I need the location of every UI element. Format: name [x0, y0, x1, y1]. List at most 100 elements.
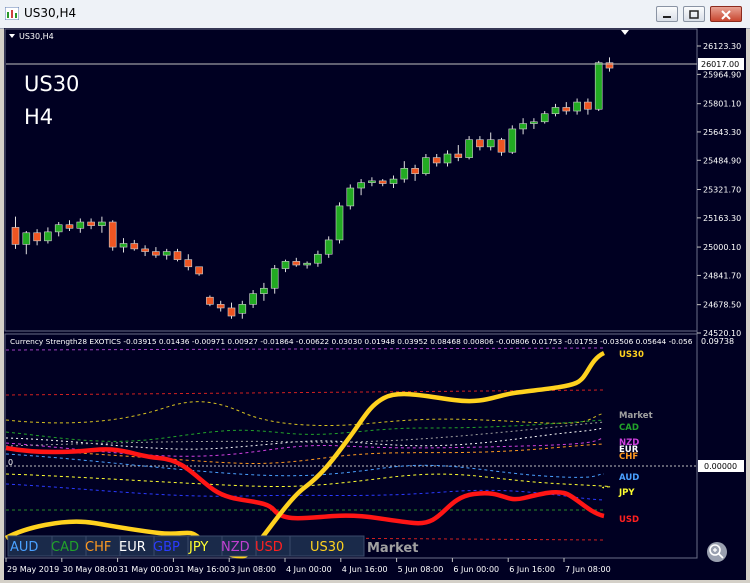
bull-candle — [76, 221, 85, 229]
bear-candle — [378, 180, 387, 184]
bear-candle — [130, 243, 139, 250]
bear-candle — [11, 227, 20, 245]
chart-shift-marker-icon[interactable] — [621, 30, 629, 35]
bull-candle — [162, 251, 171, 256]
time-axis-label: 3 Jun 08:00 — [230, 565, 276, 574]
bull-candle — [119, 243, 128, 248]
legend-cad[interactable]: CAD — [51, 540, 79, 555]
bull-candle — [44, 231, 52, 242]
bull-candle — [594, 62, 603, 110]
time-axis-label: 30 May 08:00 — [63, 565, 118, 574]
chart-area[interactable]: US30,H4 US30 H4 26123.30 25964.90 25801.10… — [4, 28, 746, 580]
right-label-market: Market — [619, 411, 653, 421]
chart-window-icon — [5, 7, 19, 20]
minimize-button[interactable] — [656, 6, 678, 22]
bear-candle — [216, 304, 225, 309]
legend-nzd[interactable]: NZD — [221, 540, 250, 555]
close-icon — [721, 10, 731, 20]
bear-candle — [562, 107, 571, 112]
price-scale-label: 24678.50 — [703, 301, 741, 310]
restore-button[interactable] — [683, 6, 705, 22]
main-chart-frame — [4, 28, 698, 332]
bull-candle — [249, 293, 257, 305]
bear-candle — [152, 251, 160, 256]
price-scale-label: 25321.70 — [703, 186, 741, 195]
right-label-chf: CHF — [619, 452, 638, 462]
currency-legend[interactable]: AUD CAD CHF EUR GBP JPY NZD USD US30 Mar… — [7, 535, 418, 557]
bear-candle — [497, 139, 506, 153]
indicator-top-scale: 0.09738 — [701, 337, 734, 346]
bull-candle — [551, 107, 560, 115]
current-price-label: 26017.00 — [701, 60, 739, 69]
bear-candle — [87, 221, 95, 226]
legend-chf[interactable]: CHF — [85, 540, 111, 555]
bear-candle — [141, 248, 149, 252]
jpy-dashed-line — [5, 401, 605, 427]
bear-candle — [206, 296, 214, 305]
time-axis-label: 6 Jun 16:00 — [509, 565, 555, 574]
zero-axis-label: 0 — [8, 458, 13, 467]
bear-candle — [432, 157, 441, 164]
price-scale-label: 24841.70 — [703, 271, 741, 280]
bull-candle — [357, 182, 365, 189]
bull-candle — [98, 221, 106, 226]
bull-candle — [486, 139, 495, 148]
chart-menu-arrow-icon[interactable] — [9, 34, 15, 38]
bull-candle — [389, 178, 398, 184]
bear-candle — [65, 224, 74, 229]
legend-gbp[interactable]: GBP — [153, 540, 180, 555]
legend-jpy[interactable]: JPY — [188, 540, 208, 555]
legend-market[interactable]: Market — [367, 541, 418, 556]
bull-candle — [303, 262, 311, 266]
minimize-icon — [663, 16, 671, 18]
right-label-jpy: JPY — [618, 488, 635, 498]
time-axis-label: 7 Jun 08:00 — [565, 565, 611, 574]
price-scale-label: 25801.10 — [703, 100, 741, 109]
bull-candle — [260, 287, 268, 294]
bull-candle — [54, 224, 63, 233]
bear-candle — [173, 251, 182, 260]
legend-aud[interactable]: AUD — [10, 540, 38, 555]
right-label-usd: USD — [619, 515, 639, 525]
bull-candle — [540, 113, 549, 123]
price-scale-label: 25643.30 — [703, 128, 741, 137]
bull-candle — [519, 123, 527, 130]
us30-strength-line — [4, 350, 606, 559]
window-title: US30,H4 — [24, 6, 77, 20]
bear-candle — [584, 101, 592, 110]
close-button[interactable] — [710, 6, 742, 22]
bull-candle — [22, 232, 31, 245]
price-scale-label: 25163.30 — [703, 214, 741, 223]
legend-usd[interactable]: USD — [255, 540, 283, 555]
chf-dashed-line — [5, 443, 605, 464]
time-axis: 29 May 2019 30 May 08:00 31 May 00:00 31 Ma… — [5, 558, 611, 574]
right-label-us30: US30 — [619, 350, 644, 360]
bull-candle — [346, 187, 355, 207]
bull-candle — [270, 268, 279, 289]
currency-dashed-lines — [5, 347, 611, 541]
time-axis-label: 29 May 2019 — [7, 565, 59, 574]
time-axis-label: 4 Jun 16:00 — [342, 565, 388, 574]
zero-scale-label: 0.00000 — [704, 462, 737, 471]
legend-us30[interactable]: US30 — [310, 540, 344, 555]
time-axis-label: 31 May 16:00 — [174, 565, 229, 574]
price-scale-label: 25484.90 — [703, 156, 741, 165]
chart-canvas[interactable]: US30,H4 US30 H4 26123.30 25964.90 25801.10… — [4, 28, 746, 580]
time-axis-label: 6 Jun 00:00 — [453, 565, 499, 574]
bull-candle — [573, 101, 581, 112]
bear-candle — [292, 261, 301, 266]
cad-dashed-line — [5, 419, 605, 442]
right-label-aud: AUD — [619, 473, 639, 483]
restore-icon — [689, 10, 699, 19]
window-titlebar: US30,H4 — [0, 0, 750, 29]
right-label-cad: CAD — [619, 423, 639, 433]
legend-eur[interactable]: EUR — [119, 540, 146, 555]
main-chart-header: US30,H4 — [19, 32, 54, 41]
bear-candle — [411, 168, 419, 174]
bull-candle — [443, 153, 452, 164]
nzd-upper-line — [5, 347, 605, 351]
bear-candle — [476, 139, 484, 148]
zoom-icon[interactable] — [707, 542, 727, 562]
price-scale-label: 25964.90 — [703, 70, 741, 79]
bull-candle — [238, 304, 247, 314]
